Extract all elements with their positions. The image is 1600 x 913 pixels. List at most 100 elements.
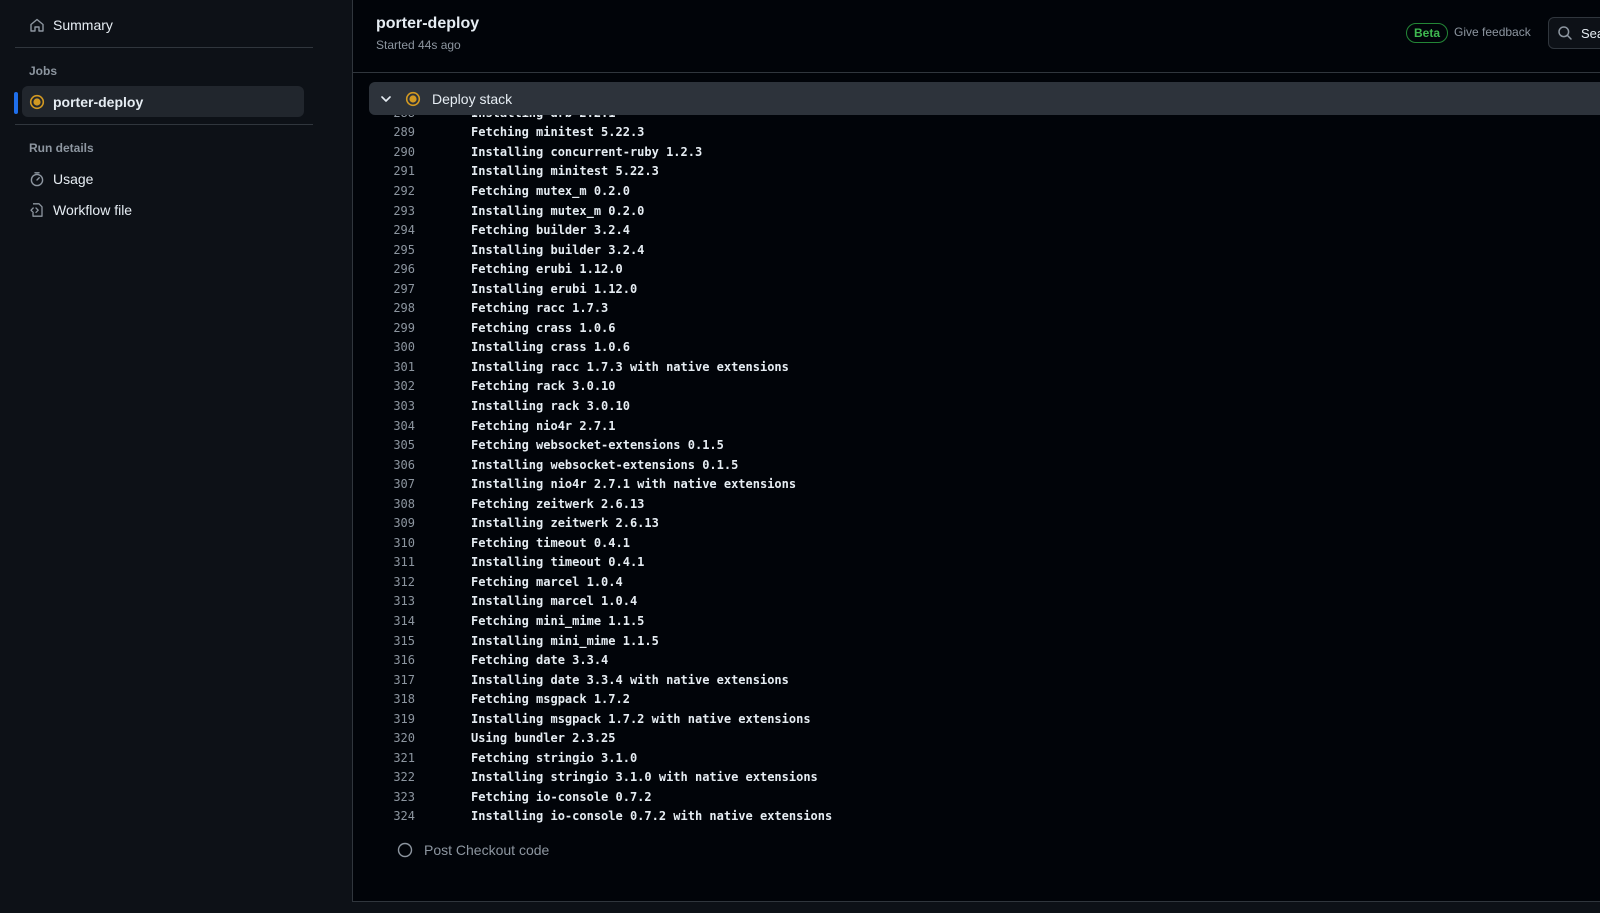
log-line: 303 Installing rack 3.0.10 [353,396,1600,416]
log-line-number[interactable]: 313 [353,594,415,608]
log-line: 319 Installing msgpack 1.7.2 with native … [353,709,1600,729]
log-line-number[interactable]: 316 [353,653,415,667]
summary-link[interactable]: Summary [22,9,304,40]
log-line-number[interactable]: 317 [353,673,415,687]
log-line-text: Installing erubi 1.12.0 [471,281,638,296]
chevron-down-icon[interactable] [378,91,394,107]
log-line-number[interactable]: 318 [353,692,415,706]
log-line-number[interactable]: 315 [353,634,415,648]
pending-icon [397,842,413,858]
log-line-number[interactable]: 303 [353,399,415,413]
log-line: 288 Installing drb 2.2.1 [353,115,1600,123]
divider [15,47,313,48]
log-line-number[interactable]: 306 [353,458,415,472]
sidebar-item-usage[interactable]: Usage [22,163,304,194]
log-line-number[interactable]: 289 [353,125,415,139]
log-line: 291 Installing minitest 5.22.3 [353,162,1600,182]
log-line: 316 Fetching date 3.3.4 [353,650,1600,670]
log-line-number[interactable]: 309 [353,516,415,530]
log-line-text: Installing rack 3.0.10 [471,398,630,413]
log-line-number[interactable]: 308 [353,497,415,511]
job-label: porter-deploy [53,93,144,110]
page-footer-strip [0,902,1600,913]
log-line-text: Fetching nio4r 2.7.1 [471,418,616,433]
log-line-number[interactable]: 324 [353,809,415,823]
step-post-checkout-code[interactable]: Post Checkout code [397,838,549,862]
log-line: 315 Installing mini_mime 1.1.5 [353,631,1600,651]
log-line-text: Installing msgpack 1.7.2 with native ext… [471,711,811,726]
search-logs-field[interactable] [1548,17,1600,49]
log-line-text: Installing drb 2.2.1 [471,115,616,120]
usage-label: Usage [53,170,94,187]
log-line-text: Fetching date 3.3.4 [471,653,609,668]
log-line-text: Fetching rack 3.0.10 [471,379,616,394]
log-line-text: Fetching timeout 0.4.1 [471,535,630,550]
log-line-number[interactable]: 322 [353,770,415,784]
log-line: 294 Fetching builder 3.2.4 [353,220,1600,240]
log-line: 290 Installing concurrent-ruby 1.2.3 [353,142,1600,162]
log-line-number[interactable]: 312 [353,575,415,589]
search-icon [1557,25,1573,41]
log-line-number[interactable]: 291 [353,164,415,178]
log-line-text: Installing mutex_m 0.2.0 [471,203,645,218]
log-line-number[interactable]: 314 [353,614,415,628]
log-line-number[interactable]: 288 [353,115,415,120]
log-line: 313 Installing marcel 1.0.4 [353,592,1600,612]
log-line-text: Installing concurrent-ruby 1.2.3 [471,144,703,159]
run-details-heading: Run details [29,141,94,155]
sidebar-item-workflow-file[interactable]: Workflow file [22,194,304,225]
log-line-number[interactable]: 310 [353,536,415,550]
log-line-number[interactable]: 304 [353,419,415,433]
log-line: 298 Fetching racc 1.7.3 [353,298,1600,318]
log-line-text: Fetching mutex_m 0.2.0 [471,183,630,198]
log-line: 289 Fetching minitest 5.22.3 [353,123,1600,143]
log-line-number[interactable]: 321 [353,751,415,765]
log-line-number[interactable]: 320 [353,731,415,745]
log-line-number[interactable]: 307 [353,477,415,491]
log-line: 306 Installing websocket-extensions 0.1.5 [353,455,1600,475]
log-line-text: Installing websocket-extensions 0.1.5 [471,457,739,472]
step-title: Deploy stack [432,90,513,107]
log-line: 312 Fetching marcel 1.0.4 [353,572,1600,592]
log-line-number[interactable]: 294 [353,223,415,237]
log-line: 310 Fetching timeout 0.4.1 [353,533,1600,553]
log-output[interactable]: 288 Installing drb 2.2.1 289 Fetching minit… [353,115,1600,833]
log-lines: 288 Installing drb 2.2.1 289 Fetching minit… [353,115,1600,826]
log-line-number[interactable]: 299 [353,321,415,335]
log-line: 309 Installing zeitwerk 2.6.13 [353,513,1600,533]
sidebar-item-porter-deploy[interactable]: porter-deploy [22,86,304,117]
log-line: 302 Fetching rack 3.0.10 [353,377,1600,397]
log-line-text: Installing marcel 1.0.4 [471,594,638,609]
log-line-number[interactable]: 298 [353,301,415,315]
log-line-number[interactable]: 292 [353,184,415,198]
log-line-text: Installing stringio 3.1.0 with native ex… [471,770,818,785]
log-line: 308 Fetching zeitwerk 2.6.13 [353,494,1600,514]
workflow-file-label: Workflow file [53,201,133,218]
log-line-number[interactable]: 293 [353,204,415,218]
log-line-text: Fetching marcel 1.0.4 [471,574,623,589]
log-line: 311 Installing timeout 0.4.1 [353,553,1600,573]
log-line-text: Fetching websocket-extensions 0.1.5 [471,438,724,453]
log-line-number[interactable]: 305 [353,438,415,452]
log-line-number[interactable]: 295 [353,243,415,257]
log-line-number[interactable]: 301 [353,360,415,374]
log-line-number[interactable]: 296 [353,262,415,276]
log-line-number[interactable]: 290 [353,145,415,159]
log-line-number[interactable]: 297 [353,282,415,296]
log-line-number[interactable]: 323 [353,790,415,804]
active-indicator [14,92,18,114]
log-line: 304 Fetching nio4r 2.7.1 [353,416,1600,436]
log-line-text: Fetching mini_mime 1.1.5 [471,613,645,628]
log-line-text: Fetching stringio 3.1.0 [471,750,638,765]
log-line-number[interactable]: 311 [353,555,415,569]
log-line-number[interactable]: 300 [353,340,415,354]
log-line-number[interactable]: 319 [353,712,415,726]
log-line-text: Fetching erubi 1.12.0 [471,262,623,277]
search-logs-input[interactable] [1579,24,1600,42]
give-feedback-link[interactable]: Give feedback [1454,25,1531,39]
log-line-text: Fetching builder 3.2.4 [471,223,630,238]
log-line-number[interactable]: 302 [353,379,415,393]
log-line-text: Fetching msgpack 1.7.2 [471,692,630,707]
step-deploy-stack[interactable]: Deploy stack [369,82,1600,115]
home-icon [29,17,45,33]
